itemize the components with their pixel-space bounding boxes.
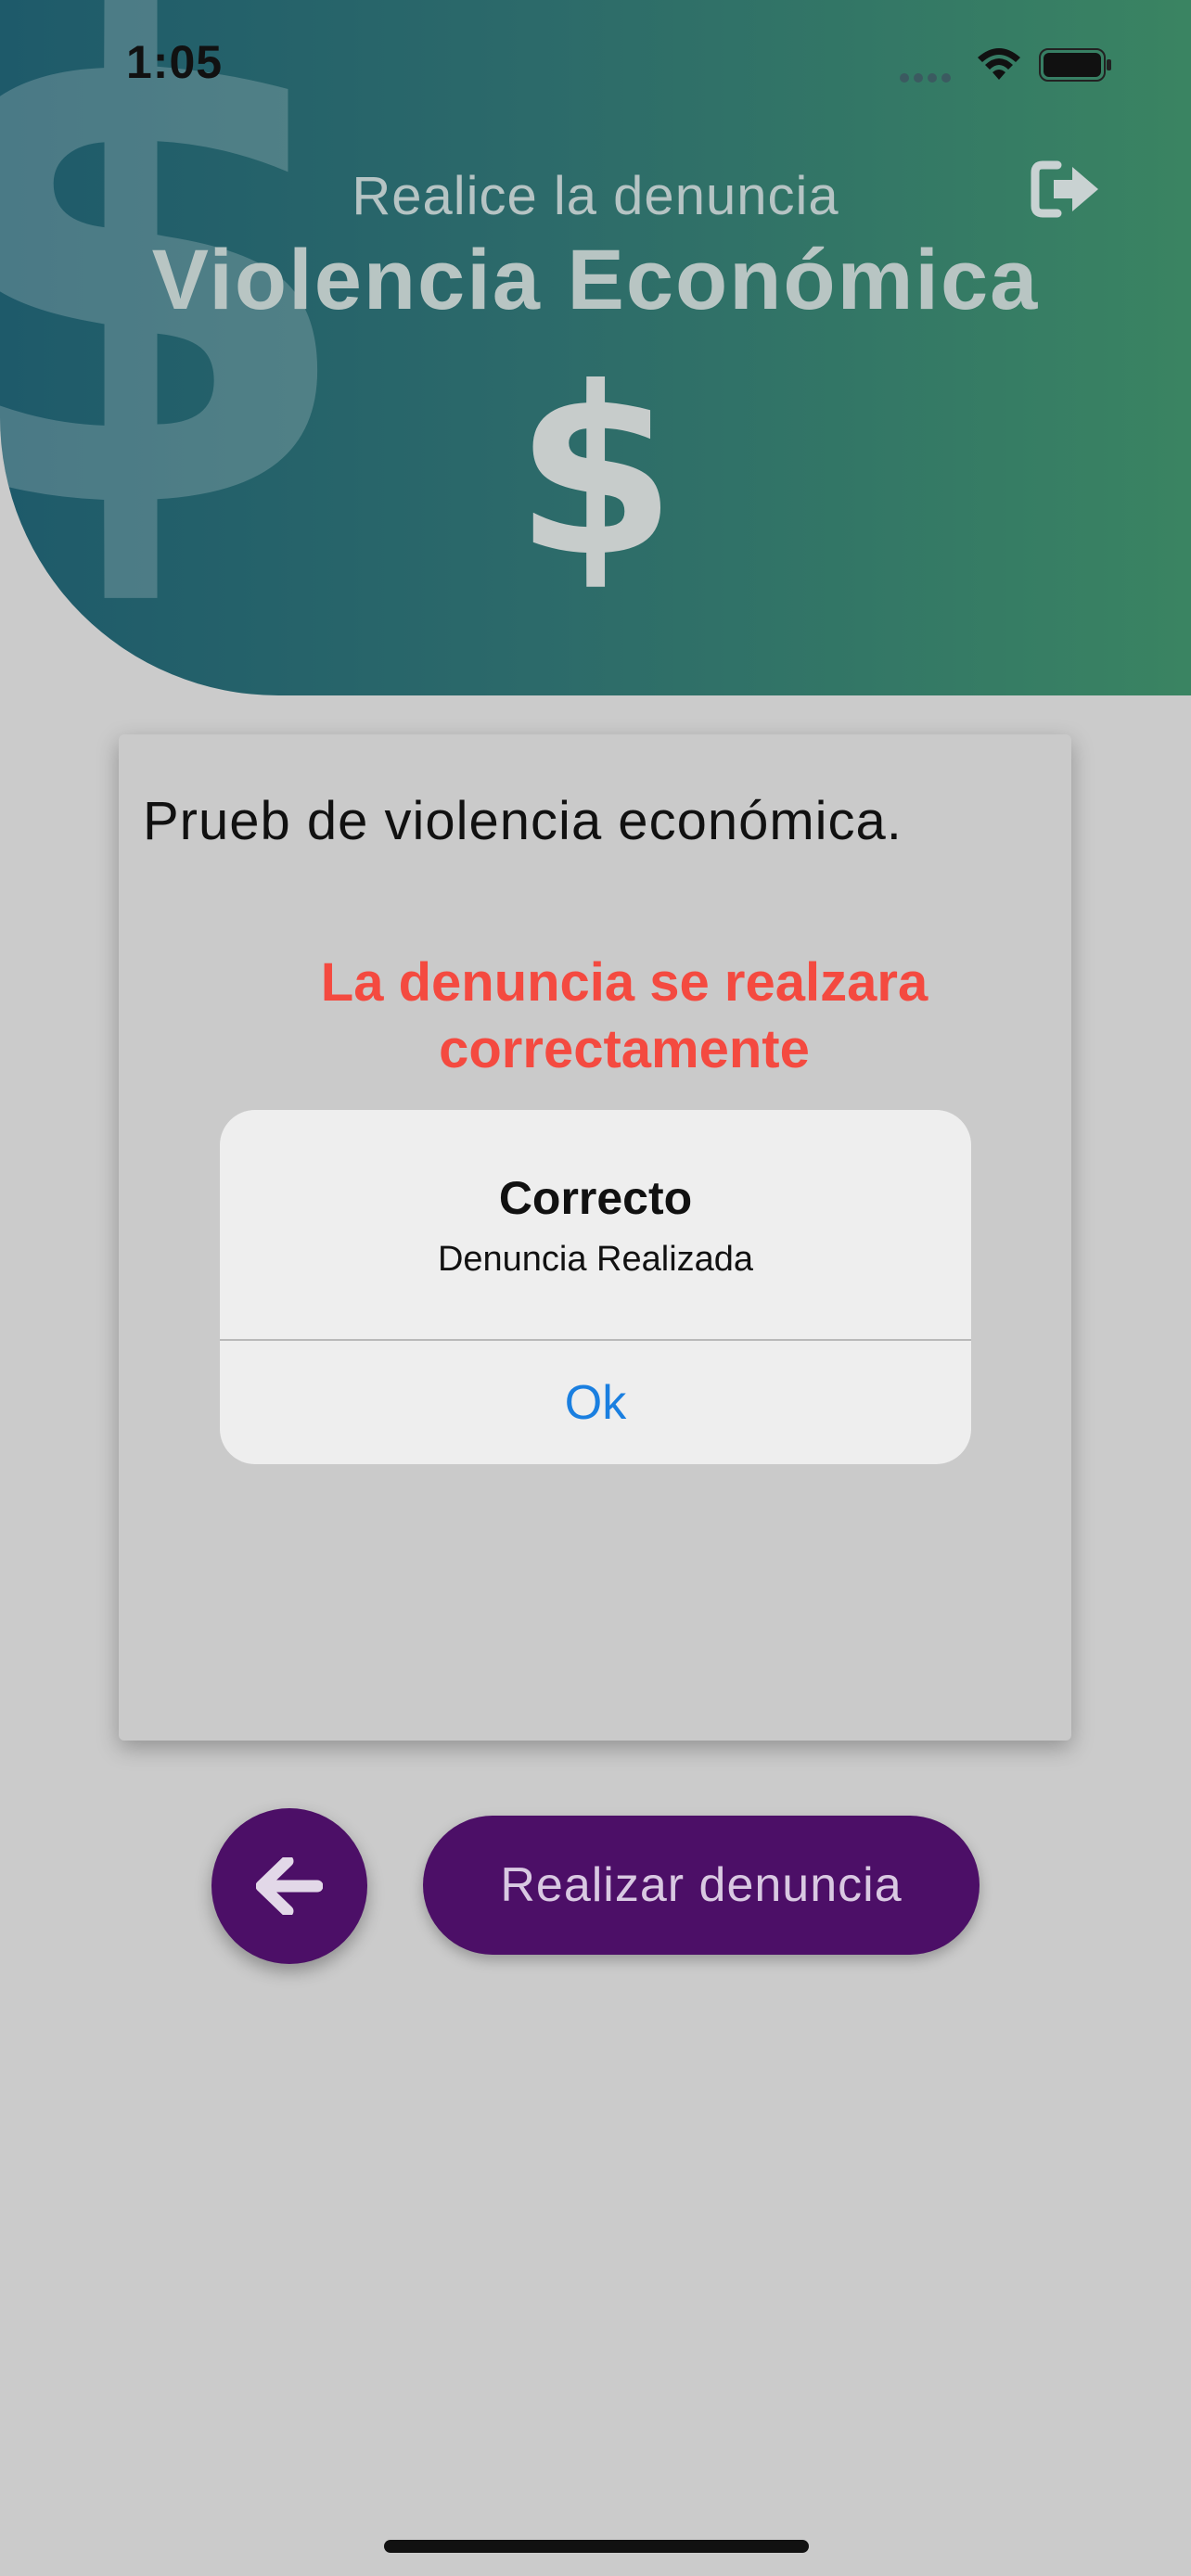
alert-message: Denuncia Realizada bbox=[437, 1240, 754, 1279]
status-icons bbox=[900, 45, 1122, 87]
alert-title: Correcto bbox=[498, 1172, 693, 1224]
arrow-left-icon bbox=[256, 1857, 323, 1915]
wifi-icon bbox=[978, 48, 1020, 80]
battery-icon bbox=[1039, 48, 1111, 82]
signal-icon bbox=[900, 70, 955, 87]
validation-message-line-1: La denuncia se realzara bbox=[320, 952, 928, 1013]
header-banner: $ 1:05 Realice la denuncia Violencia Eco… bbox=[0, 0, 1191, 695]
validation-message-line-2: correctamente bbox=[439, 1019, 810, 1079]
dollar-icon: $ bbox=[515, 338, 676, 607]
page-title: Violencia Económica bbox=[151, 233, 1040, 327]
home-indicator bbox=[384, 2540, 809, 2553]
back-button[interactable] bbox=[211, 1808, 367, 1964]
alert-ok-button[interactable]: Ok bbox=[220, 1341, 971, 1464]
validation-message: La denuncia se realzara correctamente bbox=[184, 950, 1065, 1083]
report-description: Prueb de violencia económica. bbox=[143, 791, 903, 851]
page-subtitle: Realice la denuncia bbox=[352, 166, 839, 226]
status-time: 1:05 bbox=[126, 36, 224, 88]
submit-report-button[interactable]: Realizar denuncia bbox=[423, 1816, 980, 1955]
success-alert-dialog: Correcto Denuncia Realizada Ok bbox=[220, 1110, 971, 1464]
